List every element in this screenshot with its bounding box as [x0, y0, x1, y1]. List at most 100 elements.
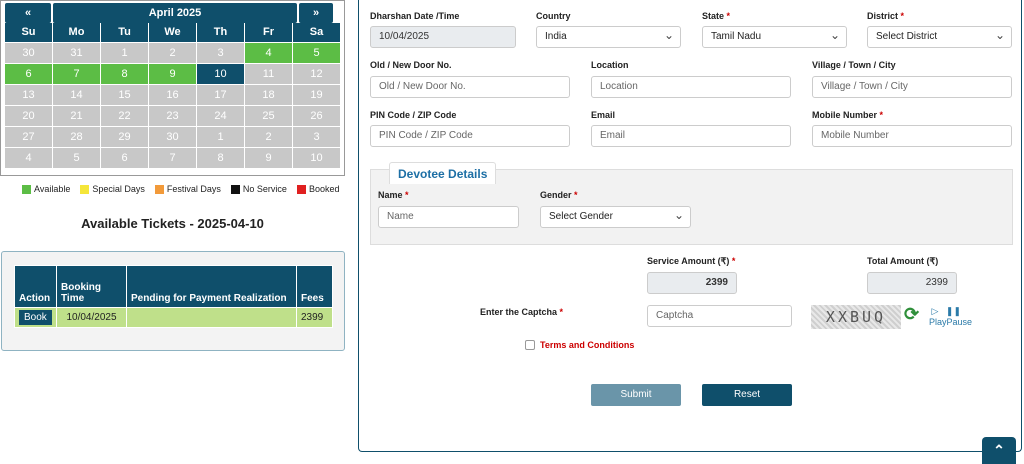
- legend-swatch: [80, 184, 90, 194]
- reset-button[interactable]: Reset: [702, 384, 792, 406]
- cell-pending: [126, 307, 297, 328]
- location-input[interactable]: Location: [591, 76, 791, 98]
- legend-label: No Service: [242, 184, 287, 194]
- calendar-day: 2: [245, 127, 292, 147]
- door-input[interactable]: Old / New Door No.: [370, 76, 570, 98]
- terms-link[interactable]: Terms and Conditions: [540, 340, 634, 350]
- refresh-captcha-icon[interactable]: ⟳: [904, 304, 919, 325]
- legend-item: Booked: [296, 184, 340, 194]
- district-select[interactable]: Select District: [867, 26, 1012, 48]
- date-field[interactable]: 10/04/2025: [370, 26, 516, 48]
- audio-controls: ▷ ❚❚ PlayPause: [929, 306, 972, 328]
- devotee-details-section: Devotee Details Name * Name Gender * Sel…: [370, 162, 1013, 245]
- gender-select[interactable]: Select Gender: [540, 206, 691, 228]
- legend-label: Festival Days: [166, 184, 221, 194]
- table-row: Book 10/04/2025 2399: [14, 307, 333, 328]
- mobile-input[interactable]: Mobile Number: [812, 125, 1012, 147]
- village-input[interactable]: Village / Town / City: [812, 76, 1012, 98]
- legend-item: Special Days: [80, 184, 145, 194]
- weekday-header: Th: [197, 23, 244, 42]
- calendar-day[interactable]: 7: [53, 64, 100, 84]
- calendar-day: 15: [101, 85, 148, 105]
- pin-input[interactable]: PIN Code / ZIP Code: [370, 125, 570, 147]
- calendar-day: 26: [293, 106, 340, 126]
- weekday-header: Mo: [53, 23, 100, 42]
- play-pause-label[interactable]: PlayPause: [929, 317, 972, 328]
- col-pending: Pending for Payment Realization: [126, 265, 297, 308]
- submit-button[interactable]: Submit: [591, 384, 681, 406]
- captcha-input[interactable]: Captcha: [647, 305, 792, 327]
- village-label: Village / Town / City: [812, 60, 896, 70]
- mobile-label: Mobile Number *: [812, 110, 884, 120]
- tickets-panel: Action Booking Time Pending for Payment …: [1, 251, 345, 351]
- calendar-day: 5: [53, 148, 100, 168]
- terms-checkbox[interactable]: [525, 340, 535, 350]
- calendar-day: 29: [101, 127, 148, 147]
- legend-label: Available: [34, 184, 71, 194]
- weekday-header: Tu: [101, 23, 148, 42]
- state-select[interactable]: Tamil Nadu: [702, 26, 847, 48]
- calendar-day: 16: [149, 85, 196, 105]
- calendar-day: 18: [245, 85, 292, 105]
- col-booking-time: Booking Time: [56, 265, 127, 308]
- calendar-prev-button[interactable]: «: [5, 3, 51, 23]
- pin-label: PIN Code / ZIP Code: [370, 110, 457, 120]
- weekday-header: Su: [5, 23, 52, 42]
- calendar-day: 12: [293, 64, 340, 84]
- col-action: Action: [14, 265, 57, 308]
- calendar-day: 30: [149, 127, 196, 147]
- calendar-day: 13: [5, 85, 52, 105]
- book-button[interactable]: Book: [19, 310, 52, 325]
- location-label: Location: [591, 60, 629, 70]
- cell-booking-time: 10/04/2025: [56, 307, 127, 328]
- devotee-details-title: Devotee Details: [389, 162, 497, 184]
- calendar-day: 11: [245, 64, 292, 84]
- calendar-day: 8: [197, 148, 244, 168]
- legend-swatch: [230, 184, 240, 194]
- cell-fees: 2399: [296, 307, 333, 328]
- weekday-header: Fr: [245, 23, 292, 42]
- calendar-day[interactable]: 8: [101, 64, 148, 84]
- scroll-top-icon[interactable]: ⌃: [982, 437, 1016, 464]
- calendar-day[interactable]: 9: [149, 64, 196, 84]
- cell-action: Book: [14, 307, 57, 328]
- door-label: Old / New Door No.: [370, 60, 452, 70]
- service-amount-label: Service Amount (₹) *: [647, 256, 736, 266]
- calendar-day: 24: [197, 106, 244, 126]
- state-label: State *: [702, 11, 731, 21]
- calendar-day: 4: [5, 148, 52, 168]
- calendar-day: 21: [53, 106, 100, 126]
- legend-label: Booked: [308, 184, 340, 194]
- total-amount-label: Total Amount (₹): [867, 256, 939, 266]
- calendar-day: 17: [197, 85, 244, 105]
- calendar-day: 9: [245, 148, 292, 168]
- calendar-day-selected[interactable]: 10: [197, 64, 244, 84]
- total-amount-field: 2399: [867, 272, 957, 294]
- calendar-day: 2: [149, 43, 196, 63]
- calendar-day[interactable]: 4: [245, 43, 292, 63]
- country-value: India: [545, 31, 567, 42]
- weekday-header: Sa: [293, 23, 340, 42]
- calendar-day[interactable]: 6: [5, 64, 52, 84]
- name-input[interactable]: Name: [378, 206, 519, 228]
- calendar-day: 6: [101, 148, 148, 168]
- date-label: Dharshan Date /Time: [370, 11, 460, 21]
- calendar-day: 28: [53, 127, 100, 147]
- email-input[interactable]: Email: [591, 125, 791, 147]
- legend-swatch: [22, 184, 31, 194]
- email-label: Email: [591, 110, 616, 120]
- calendar-next-button[interactable]: »: [299, 3, 333, 23]
- country-select[interactable]: India: [536, 26, 681, 48]
- state-value: Tamil Nadu: [711, 31, 762, 42]
- captcha-image: XXBUQ: [811, 305, 901, 329]
- name-label: Name *: [378, 190, 409, 200]
- calendar-grid: Su Mo Tu We Th Fr Sa 30 31 1 2 3 4 5 6 7 8 9 10 11 12 13 14 15 1…: [5, 23, 340, 168]
- legend-item: No Service: [230, 184, 287, 194]
- play-pause-icons[interactable]: ▷ ❚❚: [929, 306, 972, 317]
- calendar-month-title: April 2025: [53, 3, 297, 23]
- calendar-day: 23: [149, 106, 196, 126]
- calendar-legend: Available Special Days Festival Days No Ser…: [22, 184, 339, 194]
- calendar-day[interactable]: 5: [293, 43, 340, 63]
- calendar-day: 22: [101, 106, 148, 126]
- district-value: Select District: [876, 31, 938, 42]
